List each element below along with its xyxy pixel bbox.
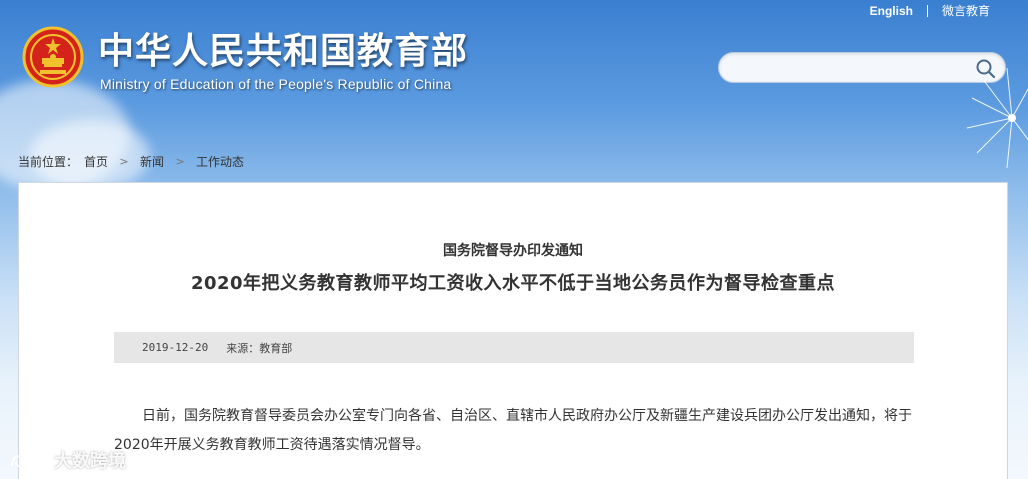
chevron-right-icon: > xyxy=(119,155,129,168)
article-origin: 来源：教育部 xyxy=(226,341,293,355)
weibo-link[interactable]: 微言教育 xyxy=(942,2,990,19)
top-links: English 微言教育 xyxy=(870,2,990,19)
site-title: 中华人民共和国教育部 xyxy=(98,30,469,72)
watermark: 大数跨境 xyxy=(8,447,126,473)
breadcrumb-work-news[interactable]: 工作动态 xyxy=(196,153,244,170)
search-input[interactable] xyxy=(731,57,971,79)
site-subtitle: Ministry of Education of the People's Re… xyxy=(100,76,452,92)
breadcrumb-news[interactable]: 新闻 xyxy=(140,153,164,170)
article-date: 2019-12-20 xyxy=(142,341,209,354)
english-link[interactable]: English xyxy=(870,4,913,18)
article-meta-bar: 2019-12-20 来源：教育部 xyxy=(114,332,914,363)
watermark-logo-icon xyxy=(11,452,46,468)
chevron-right-icon: > xyxy=(175,155,185,168)
article-source-heading: 国务院督导办印发通知 xyxy=(443,243,583,259)
breadcrumb-prefix: 当前位置： xyxy=(18,155,79,169)
article-title: 2020年把义务教育教师平均工资收入水平不低于当地公务员作为督导检查重点 xyxy=(190,273,836,294)
article-panel: 国务院督导办印发通知 2020年把义务教育教师平均工资收入水平不低于当地公务员作… xyxy=(18,182,1008,479)
breadcrumb-home[interactable]: 首页 xyxy=(84,153,108,170)
national-emblem-icon xyxy=(22,26,84,88)
watermark-text: 大数跨境 xyxy=(54,451,126,472)
dandelion-decoration xyxy=(966,67,1028,169)
link-divider xyxy=(926,4,928,17)
article-paragraph: 日前，国务院教育督导委员会办公室专门向各省、自治区、直辖市人民政府办公厅及新疆生… xyxy=(114,408,912,453)
breadcrumb: 当前位置： 首页 > 新闻 > 工作动态 xyxy=(18,153,244,170)
